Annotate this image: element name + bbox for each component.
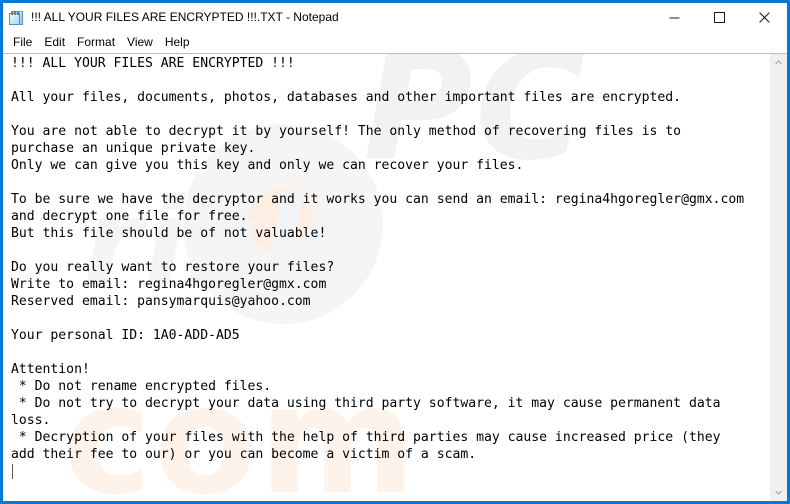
minimize-button[interactable] <box>652 3 697 32</box>
menu-item-format[interactable]: Format <box>71 33 121 52</box>
ransom-note-text[interactable]: !!! ALL YOUR FILES ARE ENCRYPTED !!! All… <box>3 54 769 463</box>
text-editor-pane[interactable]: !!! ALL YOUR FILES ARE ENCRYPTED !!! All… <box>3 54 769 501</box>
maximize-icon <box>714 12 725 23</box>
maximize-button[interactable] <box>697 3 742 32</box>
minimize-icon <box>669 17 680 19</box>
scroll-up-button[interactable] <box>770 54 787 71</box>
vertical-scrollbar[interactable] <box>769 54 787 501</box>
text-caret <box>12 464 13 479</box>
window-controls <box>652 3 787 32</box>
close-button[interactable] <box>742 3 787 32</box>
client-area: PC risk com !!! ALL YOUR FILES ARE ENCRY… <box>3 53 787 501</box>
chevron-down-icon <box>775 490 782 495</box>
notepad-window: !!! ALL YOUR FILES ARE ENCRYPTED !!!.TXT… <box>0 0 790 504</box>
close-icon <box>759 12 770 23</box>
scroll-down-button[interactable] <box>770 484 787 501</box>
window-title: !!! ALL YOUR FILES ARE ENCRYPTED !!!.TXT… <box>31 10 339 24</box>
title-bar[interactable]: !!! ALL YOUR FILES ARE ENCRYPTED !!!.TXT… <box>3 3 787 32</box>
menu-item-view[interactable]: View <box>121 33 159 52</box>
notepad-icon <box>9 10 25 26</box>
scrollbar-track[interactable] <box>770 71 787 484</box>
menu-bar: File Edit Format View Help <box>3 32 787 53</box>
menu-item-edit[interactable]: Edit <box>38 33 71 52</box>
menu-item-help[interactable]: Help <box>159 33 196 52</box>
chevron-up-icon <box>775 60 782 65</box>
menu-item-file[interactable]: File <box>7 33 38 52</box>
